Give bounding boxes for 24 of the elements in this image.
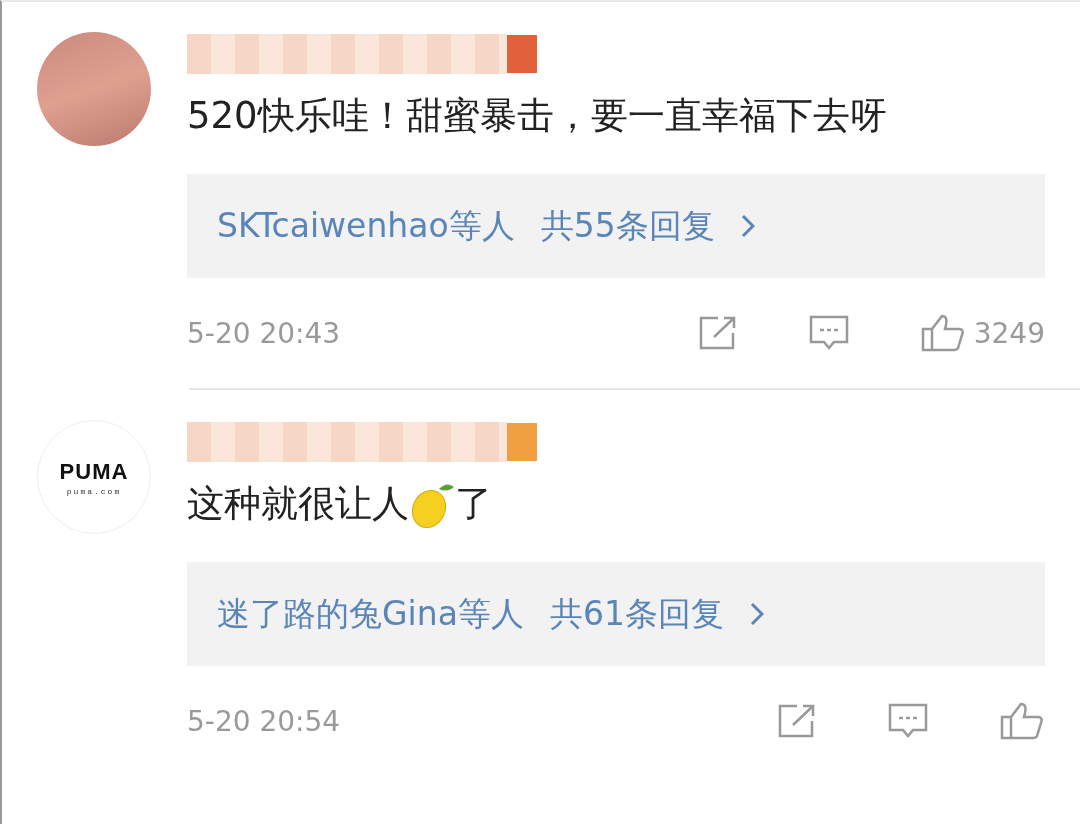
like-count: 3249: [973, 316, 1045, 350]
comment-button[interactable]: [887, 702, 929, 740]
avatar-logo[interactable]: PUMA puma.com: [37, 420, 151, 534]
like-button[interactable]: 3249: [919, 313, 1045, 353]
share-icon: [777, 703, 817, 739]
share-icon: [697, 315, 738, 351]
comment-text: 这种就很让人 了: [187, 468, 1017, 540]
comment-button[interactable]: [807, 314, 850, 352]
logo-url: puma.com: [66, 486, 122, 496]
replies-link[interactable]: SKTcaiwenhao等人 共55条回复: [187, 174, 1045, 278]
logo-wordmark: PUMA: [59, 458, 129, 485]
comment-icon: [887, 702, 929, 740]
share-button[interactable]: [777, 703, 817, 739]
thumbs-up-icon: [999, 701, 1045, 741]
comment-icon: [807, 314, 850, 352]
replies-link[interactable]: 迷了路的兔Gina等人 共61条回复: [187, 562, 1045, 666]
comment-text: 520快乐哇！甜蜜暴击，要一直幸福下去呀: [187, 93, 888, 139]
chevron-right-icon: [740, 214, 755, 238]
share-button[interactable]: [697, 315, 738, 351]
chevron-right-icon: [749, 602, 764, 626]
comment-time: 5-20 20:43: [187, 316, 342, 350]
like-button[interactable]: [999, 701, 1045, 741]
comment-time: 5-20 20:54: [187, 704, 342, 738]
thumbs-up-icon: [919, 313, 966, 353]
